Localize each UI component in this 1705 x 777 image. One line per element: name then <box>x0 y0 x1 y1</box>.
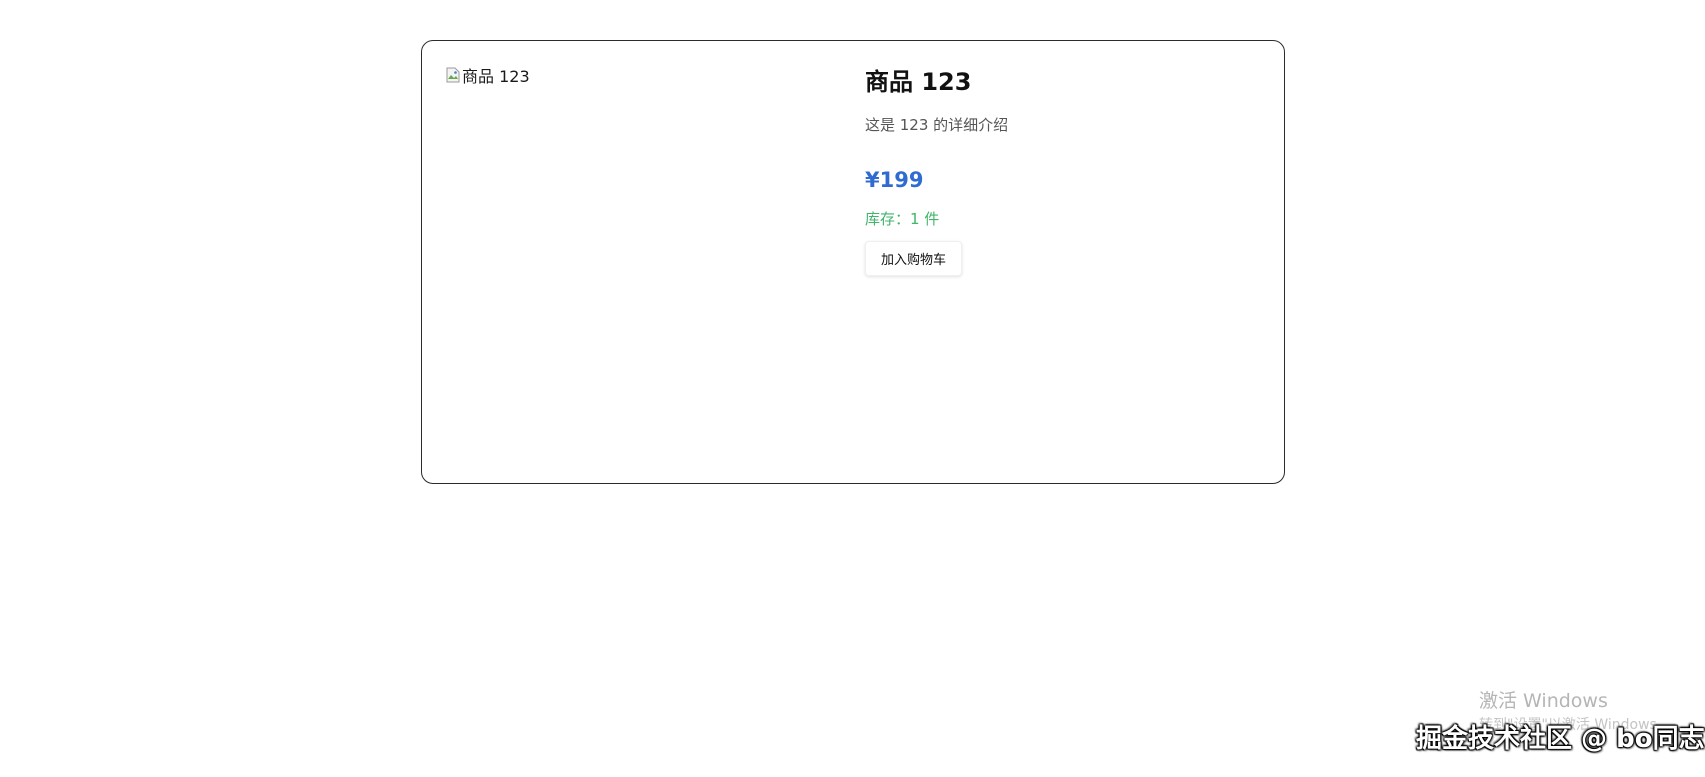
product-title: 商品 123 <box>865 68 972 96</box>
product-description: 这是 123 的详细介绍 <box>865 116 1009 134</box>
product-card: 商品 123 商品 123 这是 123 的详细介绍 ¥199 库存：1 件 加… <box>421 40 1285 484</box>
add-to-cart-button[interactable]: 加入购物车 <box>865 241 963 276</box>
broken-image-icon <box>446 67 460 83</box>
product-image: 商品 123 <box>446 67 530 87</box>
product-info: 商品 123 这是 123 的详细介绍 ¥199 库存：1 件 加入购物车 <box>865 67 1265 276</box>
page: 商品 123 商品 123 这是 123 的详细介绍 ¥199 库存：1 件 加… <box>0 0 1705 777</box>
juejin-watermark: 掘金技术社区 @ bo同志 <box>1416 724 1705 754</box>
product-stock: 库存：1 件 <box>865 210 940 228</box>
windows-activation-title: 激活 Windows <box>1479 690 1608 712</box>
product-price: ¥199 <box>865 168 924 192</box>
product-image-alt-text: 商品 123 <box>462 67 530 86</box>
